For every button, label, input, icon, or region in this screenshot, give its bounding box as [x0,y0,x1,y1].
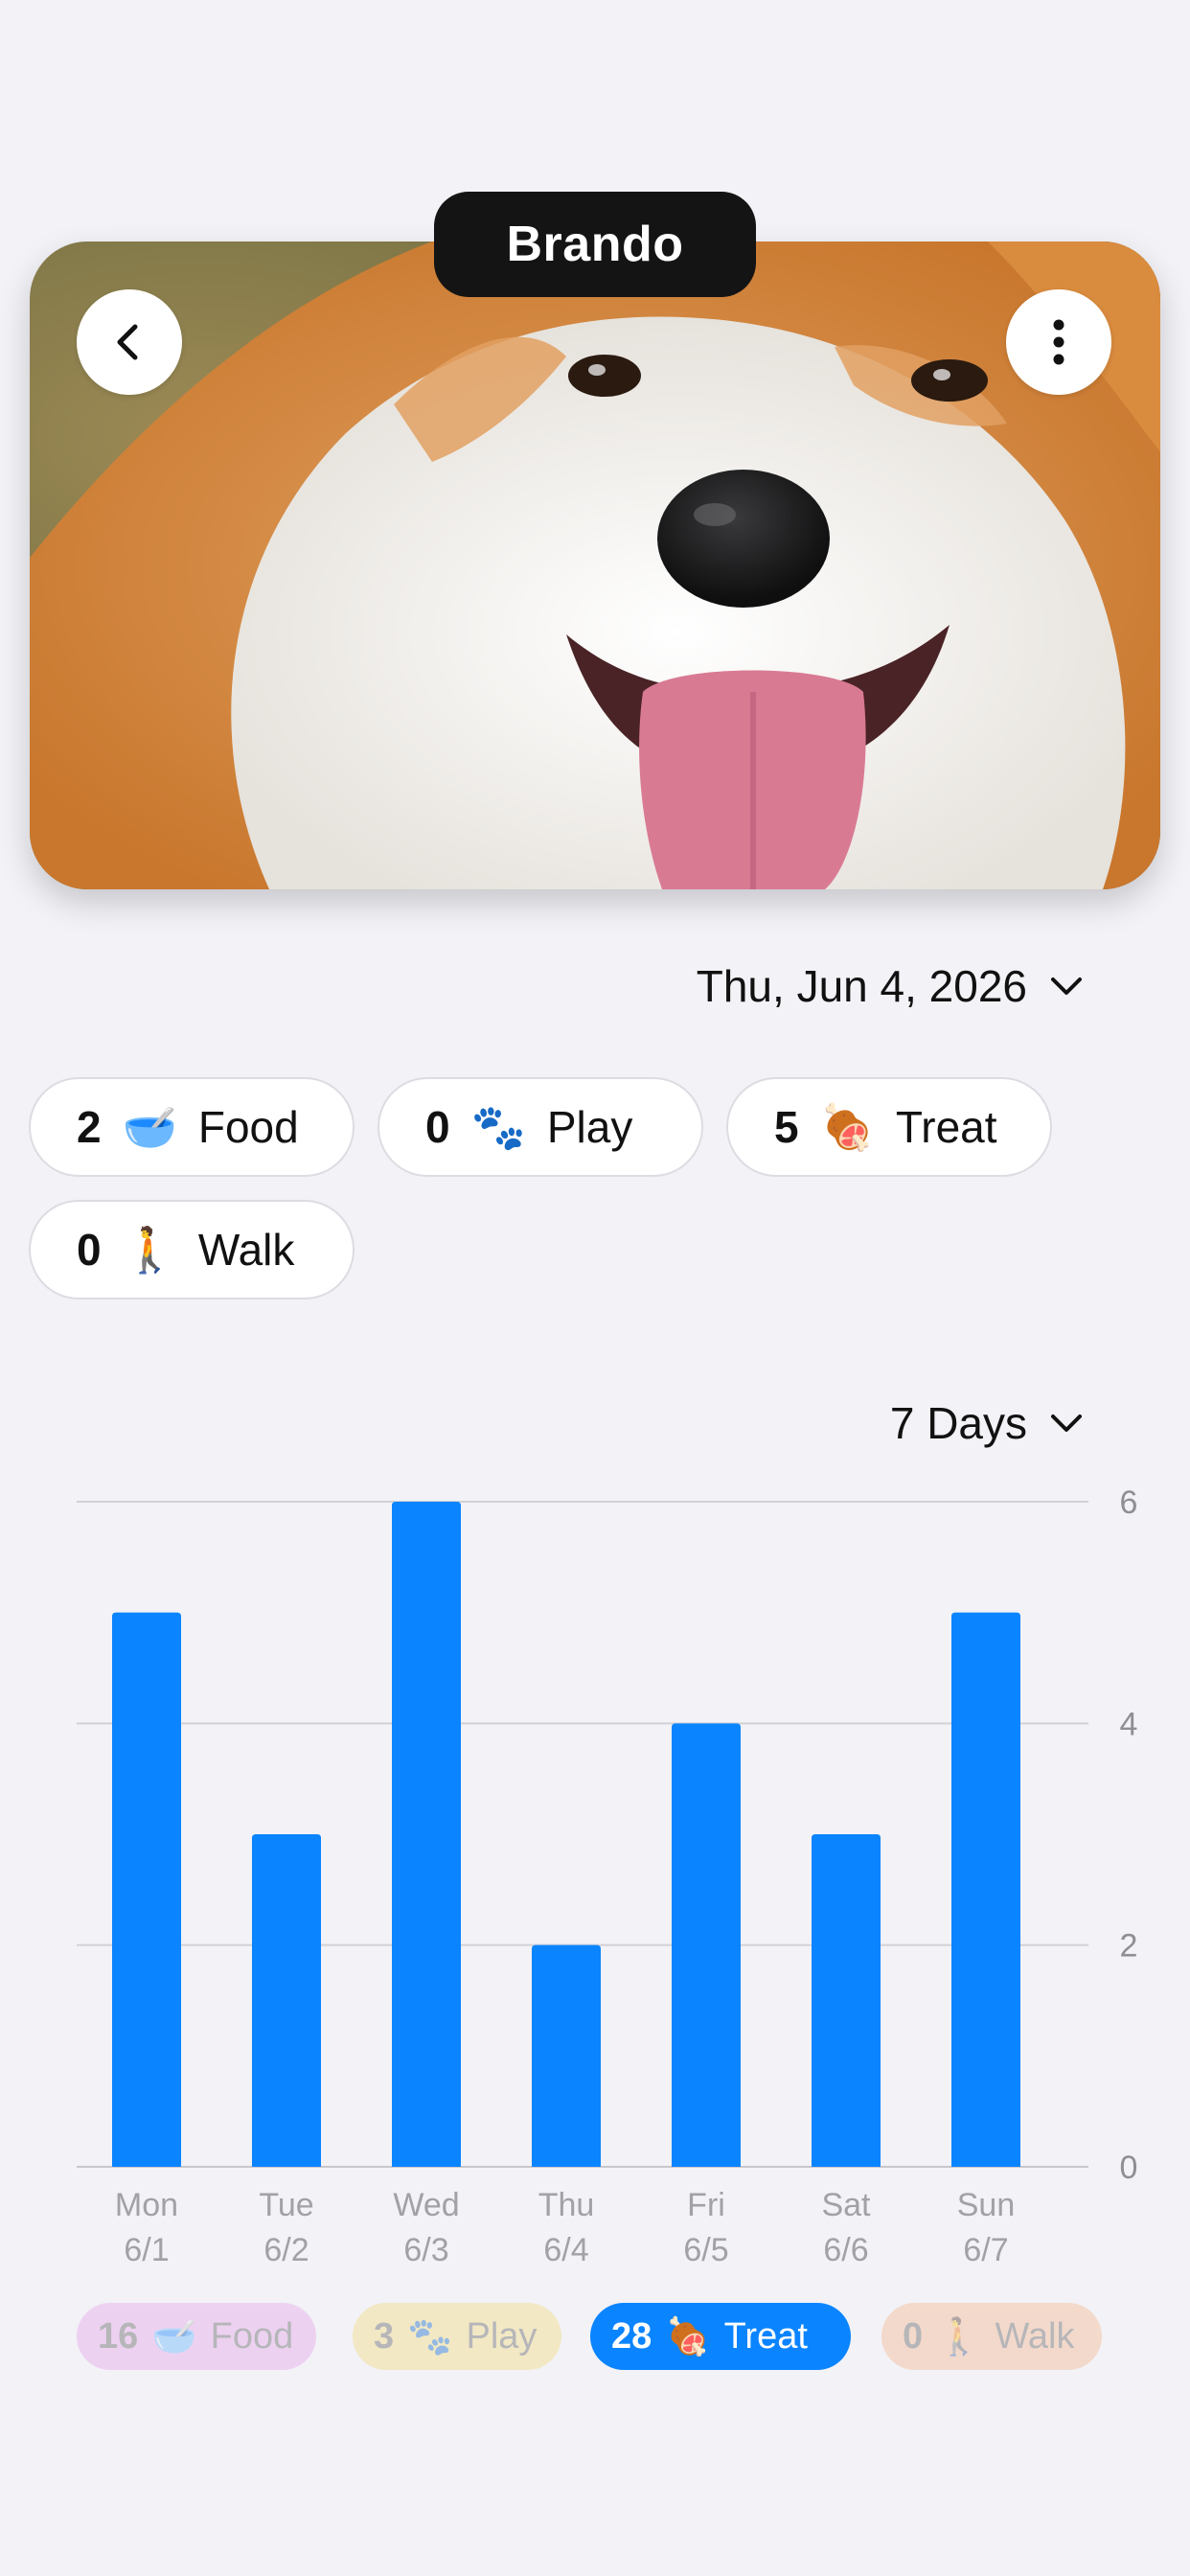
stat-label: Play [546,1102,633,1152]
stat-count: 2 [77,1102,102,1152]
stat-count: 0 [77,1225,102,1275]
legend-chip-treat[interactable]: 28 🍖 Treat [590,2303,851,2370]
chart-bar [672,1723,741,2167]
stat-chip-treat[interactable]: 5 🍖 Treat [726,1077,1052,1177]
x-tick-date-label: 6/6 [823,2232,868,2268]
legend-chip-food[interactable]: 16 🥣 Food [77,2303,316,2370]
legend-label: Play [466,2315,538,2357]
food-bowl-icon: 🥣 [151,2314,197,2358]
chevron-down-icon [1050,1413,1083,1434]
chart-bar [532,1944,601,2167]
stat-count: 0 [425,1102,450,1152]
x-tick-date-label: 6/1 [124,2232,169,2268]
pet-name-title: Brando [434,192,756,297]
chart-bar [951,1612,1020,2167]
meat-on-bone-icon: 🍖 [819,1100,875,1153]
person-walking-icon: 🚶 [936,2314,982,2358]
stat-label: Treat [895,1102,997,1152]
more-options-button[interactable] [1006,289,1111,395]
chart-bar [112,1612,181,2167]
date-selector[interactable]: Thu, Jun 4, 2026 [0,953,1083,1020]
y-tick-label: 6 [1120,1484,1138,1521]
chevron-down-icon [1050,976,1083,997]
y-tick-label: 0 [1120,2150,1138,2186]
x-tick-day-label: Wed [393,2187,459,2223]
x-tick-day-label: Mon [115,2187,178,2223]
range-label: 7 Days [889,1398,1027,1448]
legend-count: 0 [903,2315,924,2357]
back-button[interactable] [77,289,182,395]
x-tick-date-label: 6/7 [963,2232,1008,2268]
x-tick-day-label: Sat [821,2187,871,2223]
x-tick-day-label: Fri [687,2187,725,2223]
stat-label: Food [197,1102,299,1152]
paw-prints-icon: 🐾 [407,2314,453,2358]
paw-prints-icon: 🐾 [470,1100,526,1153]
stat-chip-walk[interactable]: 0 🚶 Walk [29,1200,355,1300]
date-label: Thu, Jun 4, 2026 [696,961,1027,1011]
stat-chip-food[interactable]: 2 🥣 Food [29,1077,355,1177]
chart-bar [812,1834,881,2167]
stat-count: 5 [774,1102,799,1152]
food-bowl-icon: 🥣 [122,1100,177,1153]
legend-chip-walk[interactable]: 0 🚶 Walk [881,2303,1102,2370]
person-walking-icon: 🚶 [122,1223,177,1276]
x-tick-day-label: Tue [259,2187,313,2223]
legend-count: 16 [98,2315,139,2357]
stat-label: Walk [197,1225,295,1275]
x-tick-date-label: 6/2 [263,2232,309,2268]
range-selector[interactable]: 7 Days [0,1390,1083,1457]
legend-count: 28 [611,2315,652,2357]
corgi-photo-illustration [30,242,1160,889]
x-tick-day-label: Thu [538,2187,595,2223]
ellipsis-vertical-icon [1053,319,1064,365]
legend-chip-play[interactable]: 3 🐾 Play [353,2303,561,2370]
legend-label: Food [210,2315,294,2357]
chart-bar [392,1502,461,2167]
y-tick-label: 4 [1120,1706,1138,1742]
legend-label: Walk [995,2315,1075,2357]
x-tick-day-label: Sun [957,2187,1016,2223]
chevron-left-icon [117,324,138,360]
chart-bar [252,1834,321,2167]
legend-label: Treat [723,2315,808,2357]
x-tick-date-label: 6/4 [543,2232,588,2268]
x-tick-date-label: 6/5 [683,2232,728,2268]
activity-bar-chart: 0 2 4 6 Mon 6/1 Tue 6/2 Wed 6/3 Thu 6/4 Fri 6/5 Sat 6/6… [77,1484,1138,2268]
stat-chip-play[interactable]: 0 🐾 Play [378,1077,703,1177]
y-tick-label: 2 [1120,1928,1138,1965]
meat-on-bone-icon: 🍖 [665,2314,711,2358]
x-tick-date-label: 6/3 [403,2232,448,2268]
legend-count: 3 [374,2315,395,2357]
pet-photo [30,242,1160,889]
